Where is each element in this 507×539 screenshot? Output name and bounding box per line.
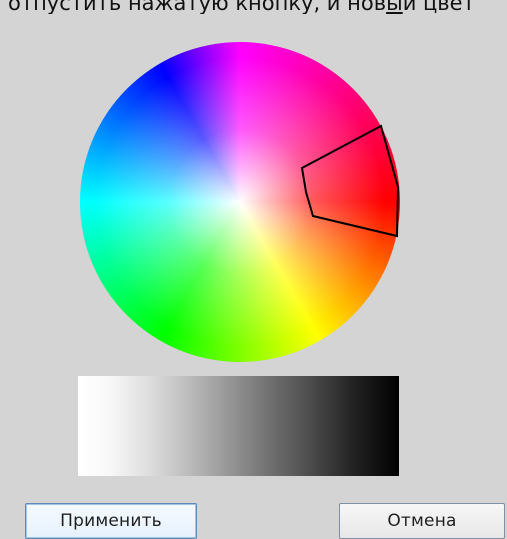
hue-selection-overlay [300, 124, 400, 238]
apply-button[interactable]: Применить [25, 503, 197, 539]
color-wheel[interactable] [80, 42, 400, 362]
color-picker-dialog: Применить Отмена [8, 14, 507, 539]
cancel-button[interactable]: Отмена [339, 503, 505, 539]
instruction-text: отпустить нажатую кнопку, и новый цвет [8, 0, 475, 14]
brightness-bar[interactable] [78, 376, 399, 476]
hue-selection-marker[interactable] [300, 124, 400, 238]
